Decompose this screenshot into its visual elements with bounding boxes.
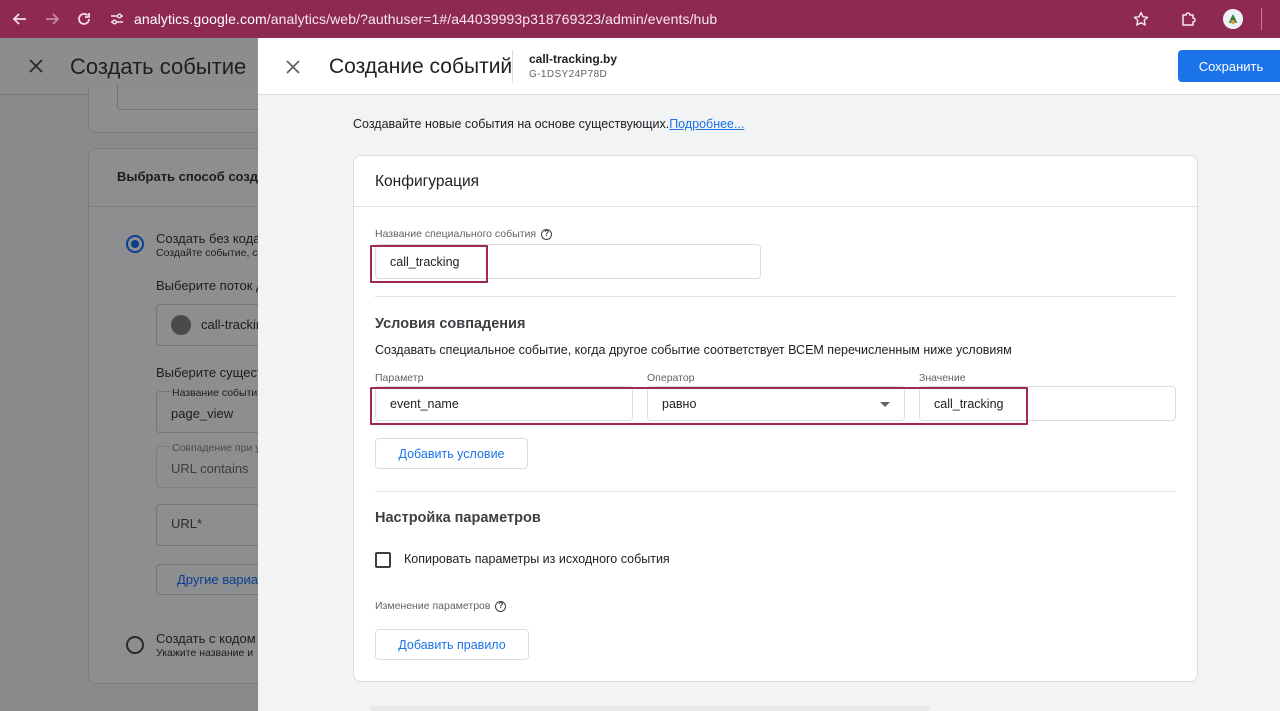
stream-name: call-trackin bbox=[201, 317, 264, 332]
modify-params-label: Изменение параметров ? bbox=[375, 600, 507, 612]
panel-title: Создание событий bbox=[329, 55, 513, 78]
operator-select[interactable]: равно bbox=[647, 386, 905, 421]
url-host: analytics.google.com bbox=[134, 11, 267, 27]
browser-toolbar: analytics.google.com/analytics/web/?auth… bbox=[0, 0, 1280, 38]
add-condition-button[interactable]: Добавить условие bbox=[375, 438, 528, 469]
learn-more-link[interactable]: Подробнее... bbox=[669, 117, 744, 131]
url-path: /analytics/web/?authuser=1#/a44039993p31… bbox=[266, 11, 718, 27]
forward-icon[interactable] bbox=[36, 0, 68, 38]
match-value: URL contains bbox=[171, 461, 249, 476]
property-id: G-1DSY24P78D bbox=[529, 69, 608, 80]
param-label: Параметр bbox=[375, 372, 424, 384]
custom-event-label-text: Название специального события bbox=[375, 228, 537, 240]
intro-text: Создавайте новые события на основе сущес… bbox=[353, 117, 744, 131]
radio-no-code[interactable] bbox=[126, 235, 144, 253]
address-bar[interactable]: analytics.google.com/analytics/web/?auth… bbox=[134, 11, 717, 27]
custom-event-name-value: call_tracking bbox=[390, 254, 460, 269]
extensions-icon[interactable] bbox=[1169, 0, 1209, 38]
url-placeholder: URL* bbox=[171, 516, 203, 531]
copy-params-checkbox[interactable] bbox=[375, 552, 391, 568]
operator-label: Оператор bbox=[647, 372, 695, 384]
copy-params-label: Копировать параметры из исходного событи… bbox=[404, 552, 670, 566]
save-button[interactable]: Сохранить bbox=[1178, 50, 1280, 82]
panel-header: Создание событий call-tracking.by G-1DSY… bbox=[258, 38, 1280, 95]
divider bbox=[375, 296, 1176, 297]
param-value: event_name bbox=[390, 396, 459, 411]
option-with-code-title: Создать с кодом bbox=[156, 631, 256, 646]
back-icon[interactable] bbox=[4, 0, 36, 38]
toolbar-divider bbox=[1261, 8, 1262, 30]
header-divider bbox=[512, 50, 513, 83]
other-variants-label: Другие вариа bbox=[177, 572, 258, 587]
site-settings-icon[interactable] bbox=[104, 0, 130, 38]
divider bbox=[354, 206, 1197, 207]
reload-icon[interactable] bbox=[68, 0, 100, 38]
choose-stream-label: Выберите поток д bbox=[156, 278, 264, 293]
method-title: Выбрать способ создан bbox=[117, 169, 274, 184]
property-name: call-tracking.by bbox=[529, 52, 618, 66]
divider bbox=[375, 491, 1176, 492]
configuration-card: Конфигурация Название специального событ… bbox=[353, 155, 1198, 682]
close-icon[interactable] bbox=[280, 54, 306, 80]
avatar-icon bbox=[1223, 9, 1243, 29]
value-label: Значение bbox=[919, 372, 966, 384]
choose-existing-label: Выберите сущест bbox=[156, 365, 263, 380]
create-events-panel: Создание событий call-tracking.by G-1DSY… bbox=[258, 38, 1280, 711]
conditions-description: Создавать специальное событие, когда дру… bbox=[375, 343, 1012, 357]
globe-icon bbox=[171, 315, 191, 335]
help-icon[interactable]: ? bbox=[495, 600, 507, 612]
event-name-value: page_view bbox=[171, 406, 234, 421]
help-icon[interactable]: ? bbox=[541, 228, 553, 240]
next-card-edge bbox=[370, 706, 930, 711]
custom-event-label: Название специального события ? bbox=[375, 228, 553, 240]
option-no-code-desc: Создайте событие, с bbox=[156, 247, 258, 259]
event-name-label: Название событи bbox=[170, 387, 260, 399]
profile-avatar[interactable] bbox=[1213, 0, 1253, 38]
intro-text-body: Создавайте новые события на основе сущес… bbox=[353, 117, 670, 131]
card-title: Конфигурация bbox=[375, 173, 480, 190]
option-no-code-title: Создать без кода bbox=[156, 231, 261, 246]
dropdown-arrow-icon bbox=[880, 402, 890, 407]
conditions-title: Условия совпадения bbox=[375, 316, 526, 332]
param-input[interactable]: event_name bbox=[375, 386, 633, 421]
radio-with-code[interactable] bbox=[126, 636, 144, 654]
add-rule-button[interactable]: Добавить правило bbox=[375, 629, 529, 660]
modify-params-label-text: Изменение параметров bbox=[375, 600, 491, 612]
background-page-title: Создать событие bbox=[70, 54, 247, 79]
params-title: Настройка параметров bbox=[375, 510, 541, 526]
bookmark-star-icon[interactable] bbox=[1121, 0, 1161, 38]
close-icon[interactable] bbox=[24, 54, 48, 78]
match-label: Совпадение при у bbox=[170, 442, 263, 454]
value-value: call_tracking bbox=[934, 396, 1004, 411]
value-input[interactable]: call_tracking bbox=[919, 386, 1176, 421]
operator-value: равно bbox=[662, 396, 697, 411]
option-with-code-desc: Укажите название и bbox=[156, 647, 254, 659]
custom-event-name-input[interactable]: call_tracking bbox=[375, 244, 761, 279]
